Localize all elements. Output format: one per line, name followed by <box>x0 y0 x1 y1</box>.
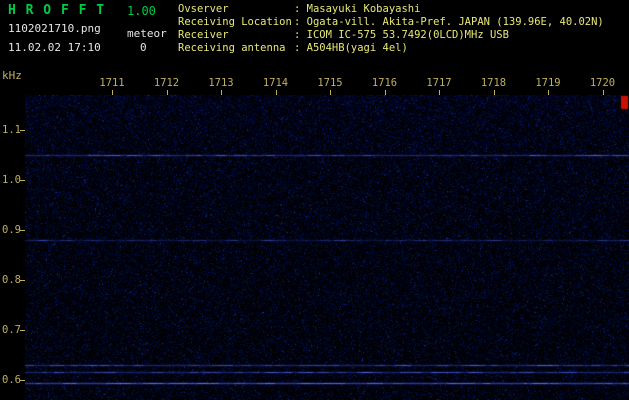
y-tick-mark <box>20 230 25 231</box>
x-tick-label: 1713 <box>204 77 238 89</box>
x-tick-label: 1716 <box>368 77 402 89</box>
output-filename: 1102021710.png <box>8 22 101 35</box>
info-label: Receiver <box>178 29 294 42</box>
info-value: : Ogata-vill. Akita-Pref. JAPAN (139.96E… <box>294 16 604 28</box>
y-tick-label: 0.7 <box>2 324 21 336</box>
y-tick-label: 0.6 <box>2 374 21 386</box>
x-tick-mark <box>330 90 331 95</box>
x-tick-mark <box>385 90 386 95</box>
app-title: H R O F F T <box>8 3 105 18</box>
date-time-label: 11.02.02 17:10 <box>8 41 101 54</box>
info-row-observer: Ovserver: Masayuki Kobayashi <box>178 3 604 16</box>
app-version: 1.00 <box>127 4 156 18</box>
x-tick-mark <box>167 90 168 95</box>
x-tick-mark <box>603 90 604 95</box>
spectrogram-canvas <box>25 95 629 400</box>
x-tick-mark <box>276 90 277 95</box>
x-tick-mark <box>494 90 495 95</box>
info-row-receiver: Receiver: ICOM IC-575 53.7492(0LCD)MHz U… <box>178 29 604 42</box>
x-tick-mark <box>221 90 222 95</box>
info-row-antenna: Receiving antenna: A504HB(yagi 4el) <box>178 42 604 55</box>
y-tick-label: 1.1 <box>2 124 21 136</box>
x-tick-mark <box>548 90 549 95</box>
x-tick-label: 1714 <box>259 77 293 89</box>
info-label: Receiving antenna <box>178 42 294 55</box>
x-tick-label: 1711 <box>95 77 129 89</box>
x-tick-label: 1720 <box>586 77 620 89</box>
y-tick-label: 0.9 <box>2 224 21 236</box>
x-tick-mark <box>439 90 440 95</box>
info-value: : Masayuki Kobayashi <box>294 3 420 15</box>
y-tick-label: 1.0 <box>2 174 21 186</box>
info-label: Ovserver <box>178 3 294 16</box>
x-tick-label: 1718 <box>477 77 511 89</box>
info-row-location: Receiving Location: Ogata-vill. Akita-Pr… <box>178 16 604 29</box>
y-tick-label: 0.8 <box>2 274 21 286</box>
x-tick-label: 1719 <box>531 77 565 89</box>
y-tick-mark <box>20 130 25 131</box>
x-tick-mark <box>112 90 113 95</box>
x-tick-label: 1712 <box>150 77 184 89</box>
y-axis-unit-label: kHz <box>2 69 22 82</box>
mode-label: meteor <box>127 27 167 40</box>
x-tick-label: 1717 <box>422 77 456 89</box>
y-tick-mark <box>20 280 25 281</box>
y-tick-mark <box>20 380 25 381</box>
y-tick-mark <box>20 180 25 181</box>
x-tick-label: 1715 <box>313 77 347 89</box>
station-info: Ovserver: Masayuki Kobayashi Receiving L… <box>178 3 604 55</box>
hrofft-screen: H R O F F T 1.00 1102021710.png meteor 1… <box>0 0 629 400</box>
meteor-count: 0 <box>140 41 147 54</box>
info-label: Receiving Location <box>178 16 294 29</box>
info-value: : ICOM IC-575 53.7492(0LCD)MHz USB <box>294 29 509 41</box>
y-tick-mark <box>20 330 25 331</box>
info-value: : A504HB(yagi 4el) <box>294 42 408 54</box>
